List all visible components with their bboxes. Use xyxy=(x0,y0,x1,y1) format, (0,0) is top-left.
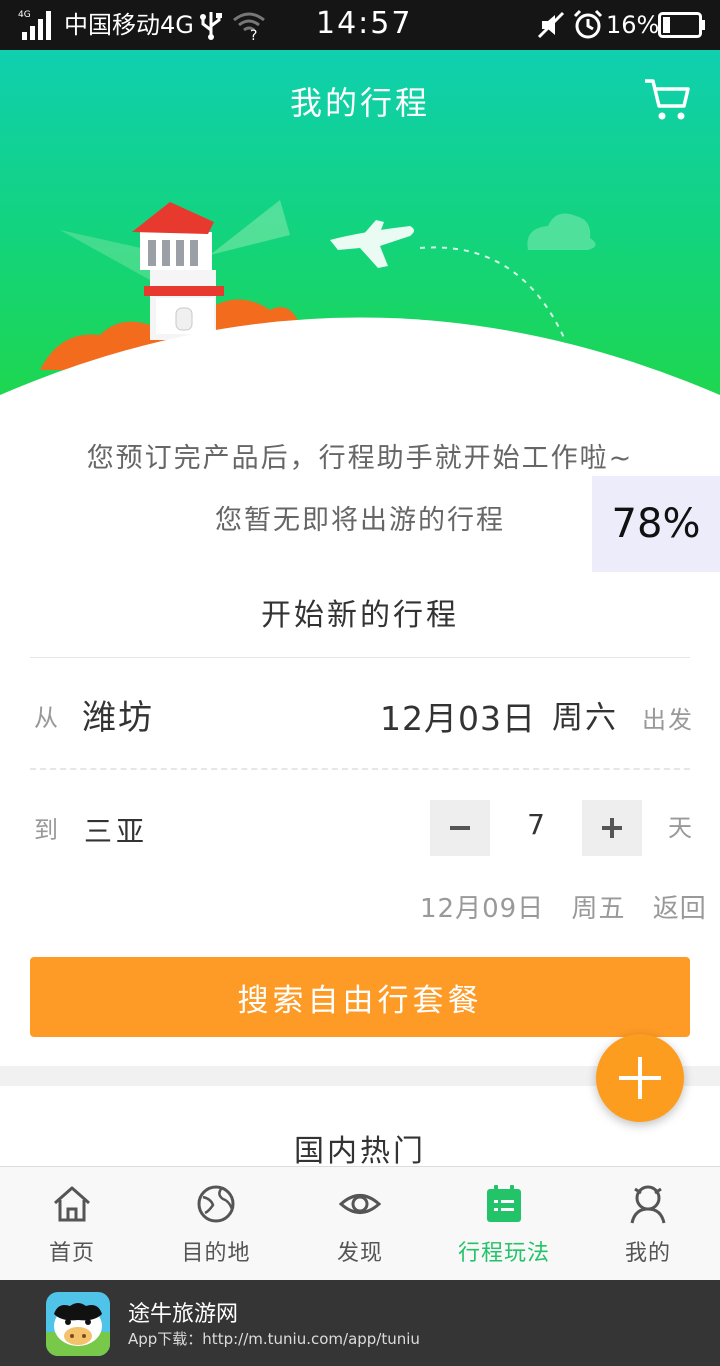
days-decrease-button[interactable] xyxy=(430,800,490,856)
app-download-banner[interactable]: 途牛旅游网 App下载：http://m.tuniu.com/app/tuniu xyxy=(0,1280,720,1366)
progress-badge: 78% xyxy=(592,476,720,572)
departure-city[interactable]: 潍坊 xyxy=(82,690,154,739)
svg-text:?: ? xyxy=(250,28,257,40)
days-unit-label: 天 xyxy=(668,814,692,842)
return-label: 返回 xyxy=(652,894,707,924)
return-date: 12月09日 xyxy=(420,894,545,924)
status-bar: 4G 中国移动4G ? 14:57 16% xyxy=(0,0,720,50)
tab-label: 行程玩法 xyxy=(457,1241,550,1266)
add-trip-button[interactable] xyxy=(596,1034,684,1122)
tab-itinerary[interactable]: 行程玩法 xyxy=(432,1167,576,1281)
battery-icon xyxy=(658,12,705,38)
departure-date[interactable]: 12月03日 xyxy=(380,692,536,740)
wifi-icon: ? xyxy=(233,12,265,40)
alarm-icon xyxy=(573,9,603,39)
home-icon xyxy=(54,1186,90,1222)
empty-state-message: 您预订完产品后，行程助手就开始工作啦~ xyxy=(86,443,634,474)
divider xyxy=(30,657,690,658)
to-label: 到 xyxy=(34,816,58,844)
tab-label: 目的地 xyxy=(181,1241,251,1266)
tab-label: 发现 xyxy=(336,1241,383,1266)
trip-days-value: 7 xyxy=(527,808,545,841)
user-icon xyxy=(630,1185,666,1224)
network-badge: 4G xyxy=(18,10,31,20)
plus-icon xyxy=(602,818,622,838)
search-package-button[interactable]: 搜索自由行套餐 xyxy=(30,957,690,1037)
from-label: 从 xyxy=(34,704,58,732)
return-info: 12月09日 周五 返回 xyxy=(420,888,707,925)
bottom-tab-bar: 首页 目的地 发现 行程玩法 我的 xyxy=(0,1166,720,1281)
usb-icon xyxy=(200,12,222,40)
minus-icon xyxy=(450,826,470,830)
plus-icon xyxy=(619,1057,661,1099)
battery-percent: 16% xyxy=(606,11,660,39)
page-title: 我的行程 xyxy=(289,84,430,122)
tab-home[interactable]: 首页 xyxy=(0,1167,144,1281)
clock-time: 14:57 xyxy=(316,6,413,41)
new-trip-title: 开始新的行程 xyxy=(261,598,459,633)
mute-icon xyxy=(537,11,565,39)
tab-label: 我的 xyxy=(624,1241,671,1266)
signal-icon: 4G xyxy=(18,10,51,40)
destination-city[interactable]: 三亚 xyxy=(84,810,148,850)
app-download-link[interactable]: App下载：http://m.tuniu.com/app/tuniu xyxy=(128,1328,420,1349)
tab-destination[interactable]: 目的地 xyxy=(144,1167,288,1281)
eye-icon xyxy=(339,1194,381,1214)
return-weekday: 周五 xyxy=(571,894,626,924)
header-hero: 我的行程 xyxy=(0,50,720,400)
domestic-popular-title: 国内热门 xyxy=(294,1134,426,1169)
calendar-icon xyxy=(487,1185,521,1222)
days-increase-button[interactable] xyxy=(582,800,642,856)
tab-label: 首页 xyxy=(48,1241,95,1266)
shopping-cart-icon[interactable] xyxy=(642,76,692,122)
departure-weekday[interactable]: 周六 xyxy=(552,692,618,737)
globe-icon xyxy=(197,1185,235,1223)
dashed-divider xyxy=(30,768,690,770)
app-logo-icon xyxy=(46,1292,110,1356)
carrier-name: 中国移动4G xyxy=(64,11,194,39)
app-name: 途牛旅游网 xyxy=(128,1302,239,1327)
tab-discover[interactable]: 发现 xyxy=(288,1167,432,1281)
tab-mine[interactable]: 我的 xyxy=(576,1167,720,1281)
depart-label: 出发 xyxy=(642,706,694,734)
